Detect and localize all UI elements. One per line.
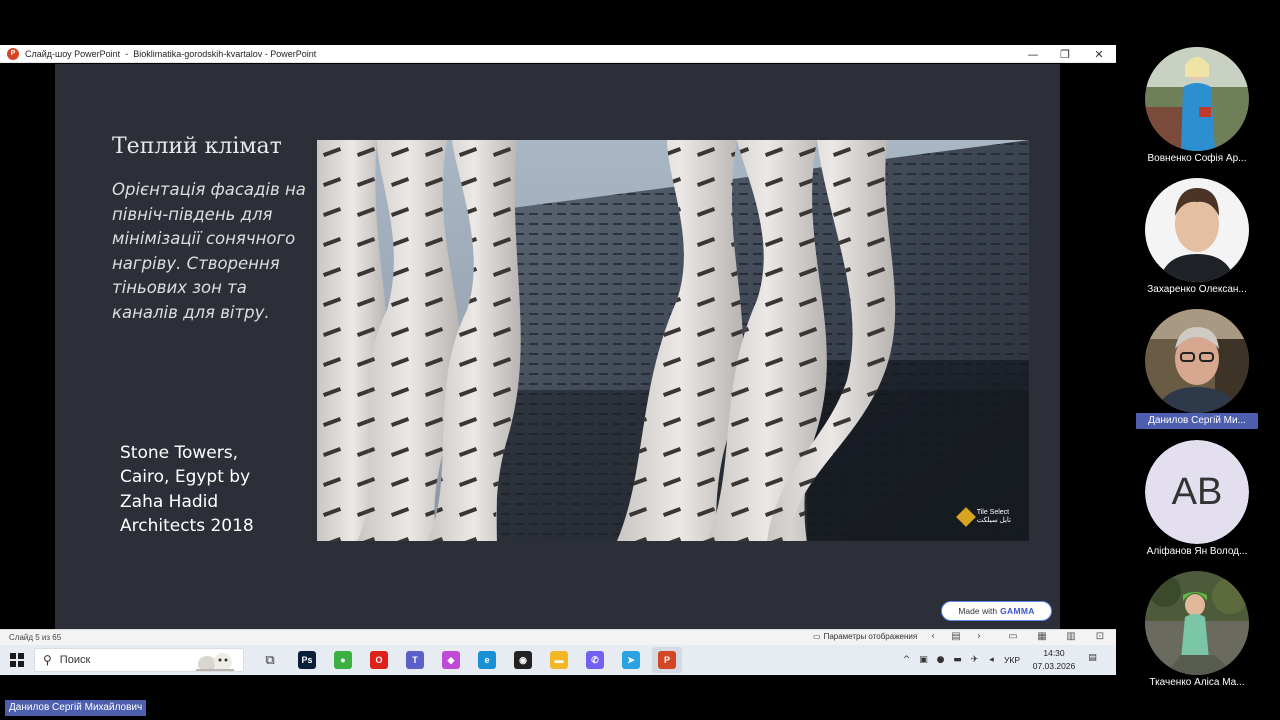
building-photo-illustration [317,140,1029,541]
participant-tile[interactable]: Ткаченко Аліса Ма... [1136,571,1258,697]
participant-avatar: АВ [1145,440,1249,544]
made-with-gamma-badge[interactable]: Made with GAMMA [941,601,1052,621]
slide[interactable]: Теплий клімат Орієнтація фасадів на півн… [55,64,1060,629]
tray-chevron-icon[interactable]: ^ [898,655,915,665]
slide-caption: Stone Towers, Cairo, Egypt by Zaha Hadid… [120,443,254,536]
normal-view-icon[interactable]: ▭ [1006,631,1020,642]
clock-date: 07.03.2026 [1032,661,1076,671]
volume-icon[interactable]: ◂ [983,655,1000,665]
self-name-tag: Данилов Сергій Михайлович [5,700,147,716]
slide-menu-icon[interactable]: ▤ [949,631,963,642]
network-icon[interactable]: ✈ [966,655,983,665]
building-photo: Tile Select تايل سيلكت [317,140,1029,541]
slide-sorter-icon[interactable]: ▦ [1035,631,1049,642]
search-icon: ⚲ [43,653,52,667]
taskbar: ⚲ Поиск ⧉ Ps ● O T ◆ e ◉ ▬ ✆ ➤ P ^ ▣ ● ▬ ✈ ◂ УКР 14… [0,645,1116,675]
title-bar: P Слайд-шоу PowerPoint - Bioklimatika-go… [0,45,1116,63]
photoshop-icon[interactable]: Ps [298,651,316,669]
copilot-icon[interactable]: ◆ [442,651,460,669]
participant-name: Захаренко Олексан... [1147,284,1247,295]
file-explorer-icon[interactable]: ▬ [550,651,568,669]
system-tray: ^ ▣ ● ▬ ✈ ◂ УКР [898,645,1024,675]
participant-tile[interactable]: Захаренко Олексан... [1136,178,1258,304]
participant-tile[interactable]: Вовненко Софія Ар... [1136,47,1258,173]
taskbar-search[interactable]: ⚲ Поиск [34,648,244,672]
participant-avatar [1145,47,1249,151]
participant-name: Вовненко Софія Ар... [1147,153,1247,164]
slide-body-text: Орієнтація фасадів на північ-південь для… [112,180,306,322]
microphone-icon[interactable]: ● [932,655,949,665]
title-separator: - [125,48,129,59]
tile-select-logo-icon [955,507,976,527]
participant-avatar [1145,178,1249,282]
next-slide-icon[interactable]: › [972,631,986,642]
clock[interactable]: 14:30 07.03.2026 [1032,647,1076,673]
owl-search-highlight-icon [196,653,234,672]
close-button[interactable]: ✕ [1082,45,1116,63]
previous-slide-icon[interactable]: ‹ [926,631,940,642]
edge-icon[interactable]: e [478,651,496,669]
viber-icon[interactable]: ✆ [586,651,604,669]
logo-line-2: تايل سيلكت [976,517,1011,524]
display-settings-button[interactable]: ▭ Параметры отображения [813,632,917,641]
tray-device-icon[interactable]: ▣ [915,655,932,665]
search-placeholder: Поиск [59,654,91,666]
slideshow-view-icon[interactable]: ⊡ [1093,631,1107,642]
participant-name: Ткаченко Аліса Ма... [1149,677,1245,688]
notifications-icon[interactable]: ▤ [1084,653,1101,663]
slideshow-area[interactable]: Теплий клімат Орієнтація фасадів на півн… [0,63,1116,629]
participant-name-active: Данилов Сергій Ми... [1136,413,1258,429]
telegram-icon[interactable]: ➤ [622,651,640,669]
participant-name: Аліфанов Ян Волод... [1146,546,1248,557]
app-green-icon[interactable]: ● [334,651,352,669]
powerpoint-icon[interactable]: P [658,651,676,669]
teams-icon[interactable]: T [406,651,424,669]
powerpoint-window: P Слайд-шоу PowerPoint - Bioklimatika-go… [0,45,1116,645]
eye-app-icon[interactable]: ◉ [514,651,532,669]
title-app: Слайд-шоу PowerPoint [25,48,121,59]
participant-avatar [1145,571,1249,675]
participant-initials: АВ [1145,440,1249,544]
slide-counter: Слайд 5 из 65 [9,633,62,642]
reading-view-icon[interactable]: ▥ [1064,631,1078,642]
monitor-icon: ▭ [813,632,821,641]
display-settings-label: Параметры отображения [823,632,918,641]
status-bar: Слайд 5 из 65 ▭ Параметры отображения ‹ … [0,629,1116,645]
restore-button[interactable]: ❐ [1048,45,1082,63]
participant-tile[interactable]: АВ Аліфанов Ян Волод... [1136,440,1258,566]
logo-line-1: Tile Select [976,509,1010,516]
powerpoint-app-icon: P [7,47,19,60]
battery-icon[interactable]: ▬ [949,655,966,665]
minimize-button[interactable]: — [1016,45,1050,63]
tile-select-logo: Tile Select تايل سيلكت [955,507,1011,527]
task-view-icon[interactable]: ⧉ [261,651,279,669]
language-indicator[interactable]: УКР [1004,655,1020,665]
badge-brand: GAMMA [1000,606,1035,616]
start-button[interactable] [10,653,24,667]
participant-avatar [1145,309,1249,413]
title-file: Bioklimatika-gorodskih-kvartalov - Power… [133,48,317,59]
badge-prefix: Made with [958,606,998,616]
participant-tile[interactable]: Данилов Сергій Ми... [1136,309,1258,435]
opera-icon[interactable]: O [370,651,388,669]
slide-title: Теплий клімат [112,134,282,159]
clock-time: 14:30 [1043,648,1065,658]
screen: P Слайд-шоу PowerPoint - Bioklimatika-go… [0,0,1280,720]
